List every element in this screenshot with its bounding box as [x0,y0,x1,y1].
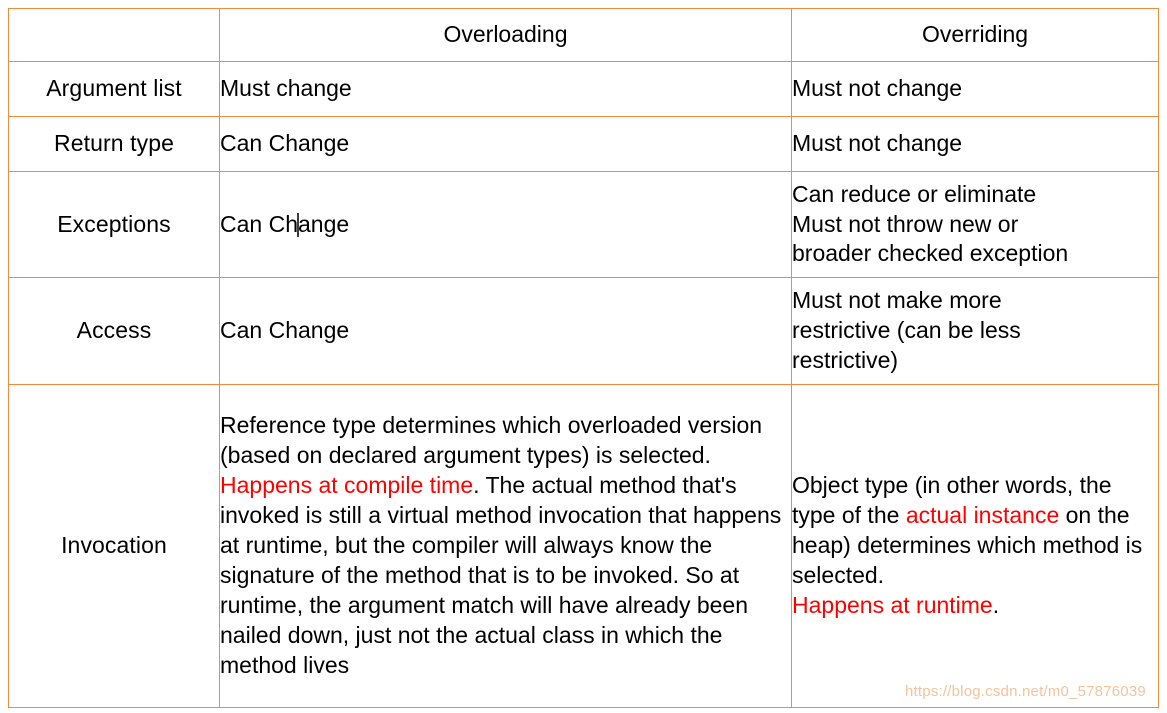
comparison-table-container: Overloading Overriding Argument list Mus… [8,8,1159,708]
cell-invocation-overriding: Object type (in other words, the type of… [791,384,1159,708]
overloading-vs-overriding-table: Overloading Overriding Argument list Mus… [8,8,1159,708]
cell-access-overloading: Can Change [219,277,792,385]
invocation-overloading-text-part2: . The actual method that's invoked is st… [220,472,782,678]
invocation-overriding-highlight-happens-at-runtime: Happens at runtime [792,591,993,618]
table-header: Overloading Overriding [8,8,1159,62]
cell-invocation-overloading: Reference type determines which overload… [219,384,792,708]
row-label-return-type: Return type [8,116,220,172]
column-header-overriding: Overriding [791,8,1159,62]
cell-argument-list-overloading: Must change [219,61,792,117]
row-label-invocation: Invocation [8,384,220,708]
table-body: Argument list Must change Must not chang… [8,61,1159,708]
cell-exceptions-overloading[interactable]: Can Change [219,171,792,278]
invocation-overriding-highlight-actual-instance: actual instance [905,502,1060,529]
cell-return-type-overriding: Must not change [791,116,1159,172]
header-row: Overloading Overriding [8,8,1159,62]
column-header-overloading: Overloading [219,8,792,62]
exceptions-overloading-text-before-caret: Can Ch [220,210,298,237]
cell-exceptions-overriding: Can reduce or eliminate Must not throw n… [791,171,1159,278]
invocation-overloading-text-part1: Reference type determines which overload… [220,412,763,469]
table-row-exceptions: Exceptions Can Change Can reduce or elim… [8,171,1159,278]
row-label-exceptions: Exceptions [8,171,220,278]
header-corner-blank [8,8,220,62]
table-row-return-type: Return type Can Change Must not change [8,116,1159,172]
invocation-overloading-highlight: Happens at compile time [220,472,474,499]
table-row-invocation: Invocation Reference type determines whi… [8,384,1159,708]
row-label-argument-list: Argument list [8,61,220,117]
row-label-access: Access [8,277,220,385]
cell-return-type-overloading: Can Change [219,116,792,172]
cell-argument-list-overriding: Must not change [791,61,1159,117]
table-row-access: Access Can Change Must not make more res… [8,277,1159,385]
cell-access-overriding: Must not make more restrictive (can be l… [791,277,1159,385]
invocation-overriding-text-part3: . [992,591,1000,618]
table-row-argument-list: Argument list Must change Must not chang… [8,61,1159,117]
exceptions-overloading-text-after-caret: ange [297,210,350,237]
